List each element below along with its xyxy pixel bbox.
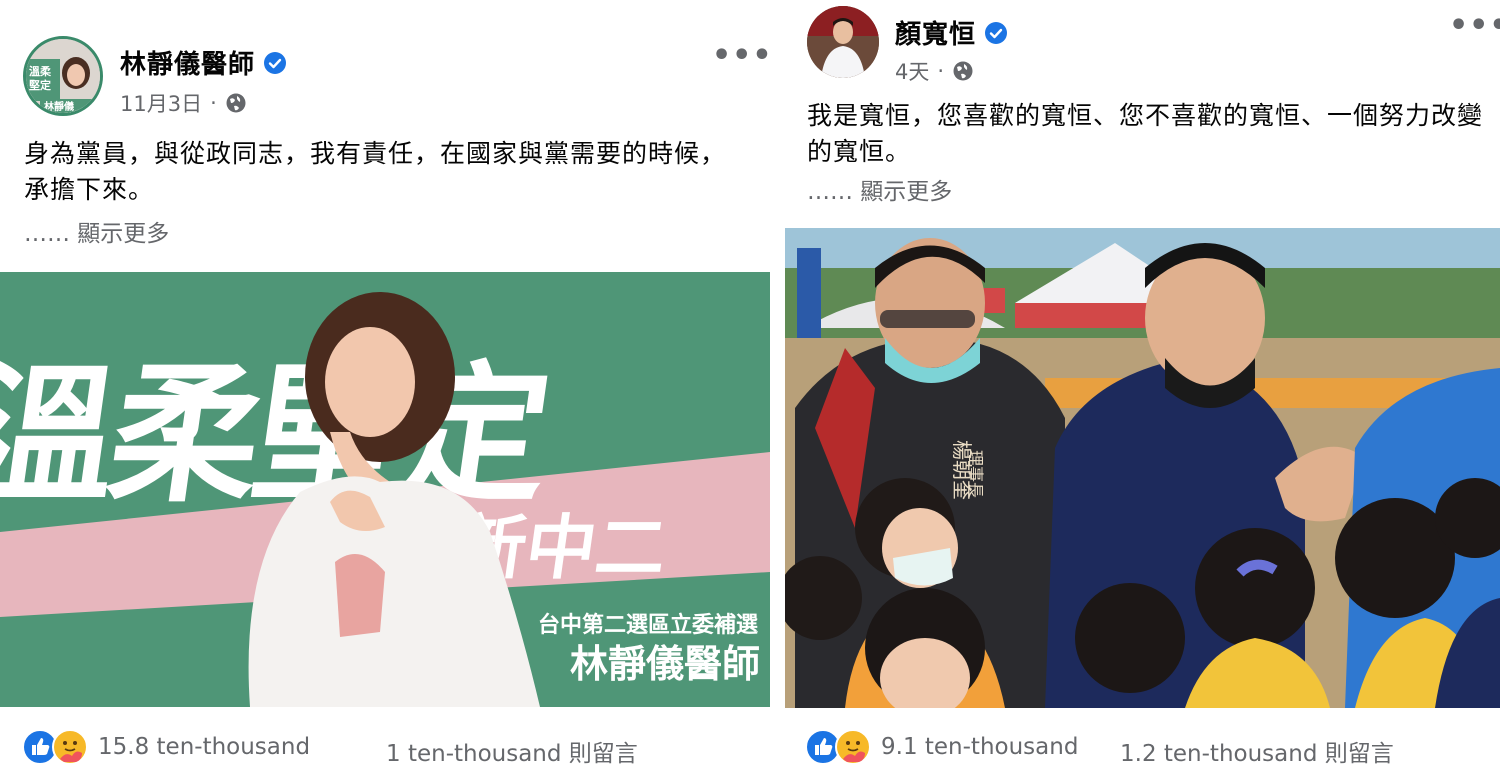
reaction-count[interactable]: 15.8 ten-thousand bbox=[98, 734, 310, 760]
author-name[interactable]: 林靜儀醫師 bbox=[120, 44, 255, 81]
comment-count[interactable]: 1.2 ten-thousand 則留言 bbox=[1120, 734, 1394, 768]
separator-dot: · bbox=[937, 59, 945, 83]
author-name[interactable]: 顏寬恒 bbox=[895, 14, 976, 51]
post-poster-image[interactable]: 溫柔堅定 新中二 台中第二選區立委補選 林靜儀醫師 bbox=[0, 272, 770, 707]
more-options-icon[interactable]: ••• bbox=[1449, 8, 1500, 43]
post-divider bbox=[770, 0, 785, 784]
post-lin: 溫柔 堅定 林靜儀 林靜儀醫師 11月3日 · ••• 身為黨員，與從政同志，我… bbox=[0, 0, 773, 784]
avatar-text-2: 堅定 bbox=[29, 78, 51, 92]
vest-name: 楊朝奎 bbox=[950, 440, 974, 500]
poster-slogan: 溫柔堅定 bbox=[0, 348, 560, 523]
post-yen: 顏寬恒 4天 · ••• 我是寬恒，您喜歡的寬恒、您不喜歡的寬恒、一個努力改變的… bbox=[785, 0, 1500, 784]
comment-count[interactable]: 1 ten-thousand 則留言 bbox=[386, 734, 638, 768]
avatar-text-3: 林靜儀 bbox=[44, 100, 74, 113]
verified-icon bbox=[264, 51, 287, 74]
reaction-count[interactable]: 9.1 ten-thousand bbox=[881, 734, 1078, 760]
verified-icon bbox=[985, 21, 1008, 44]
see-more-link[interactable]: …… 顯示更多 bbox=[24, 214, 169, 248]
post-text: 我是寬恒，您喜歡的寬恒、您不喜歡的寬恒、一個努力改變的寬恒。 bbox=[807, 101, 1484, 166]
globe-icon bbox=[953, 61, 973, 81]
author-avatar[interactable]: 溫柔 堅定 林靜儀 bbox=[23, 36, 103, 116]
see-more-link[interactable]: …… 顯示更多 bbox=[807, 172, 952, 206]
author-avatar[interactable] bbox=[807, 6, 879, 78]
post-text: 身為黨員，與從政同志，我有責任，在國家與黨需要的時候，承擔下來。 bbox=[24, 139, 727, 204]
globe-icon bbox=[226, 93, 246, 113]
post-date[interactable]: 4天 bbox=[895, 56, 929, 86]
poster-caption-top: 台中第二選區立委補選 bbox=[538, 612, 758, 638]
avatar-text-1: 溫柔 bbox=[29, 64, 52, 78]
care-reaction-icon[interactable] bbox=[835, 729, 871, 765]
post-date[interactable]: 11月3日 bbox=[120, 88, 202, 118]
separator-dot: · bbox=[210, 91, 217, 115]
post-photo[interactable]: 理事長 楊朝奎 bbox=[785, 228, 1500, 708]
more-options-icon[interactable]: ••• bbox=[712, 38, 773, 73]
poster-caption-name: 林靜儀醫師 bbox=[570, 642, 760, 686]
care-reaction-icon[interactable] bbox=[52, 729, 88, 765]
